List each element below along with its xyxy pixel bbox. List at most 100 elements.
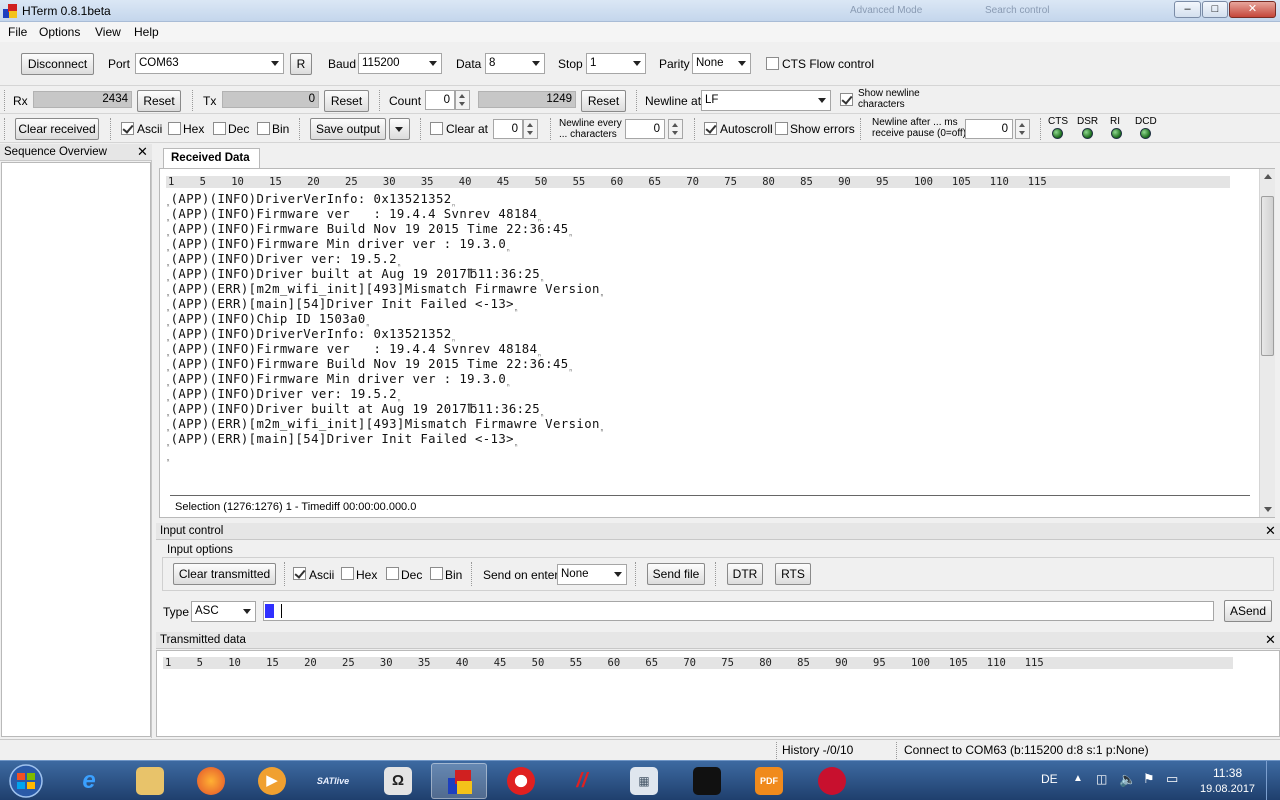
show-newline-checkbox[interactable]	[840, 93, 853, 106]
sequence-overview-list[interactable]	[1, 162, 151, 737]
taskbar-calculator[interactable]: ▦	[616, 763, 672, 799]
menu-file[interactable]: File	[8, 25, 27, 39]
transmitted-data-area[interactable]: 1 5 10 15 20 25 30 35 40 45 50 55 60 65 …	[156, 650, 1280, 737]
save-output-button[interactable]: Save output	[310, 118, 386, 140]
log-line: ₓ(APP)(ERR)[m2m_wifi_init][493]Mismatch …	[166, 417, 604, 433]
rts-button[interactable]: RTS	[775, 563, 811, 585]
taskbar-ie[interactable]: e	[61, 763, 117, 799]
flag-icon[interactable]: ⚑	[1143, 771, 1155, 787]
recv-hex-checkbox[interactable]	[168, 122, 181, 135]
input-ascii-checkbox[interactable]	[293, 567, 306, 580]
selection-divider	[170, 495, 1250, 496]
newline-after-input[interactable]: 0	[965, 119, 1013, 139]
show-desktop-button[interactable]	[1266, 761, 1280, 800]
counters-toolbar: Rx 2434 Reset Tx 0 Reset Count 0 1249 Re…	[0, 87, 1280, 114]
separator	[4, 118, 5, 140]
input-bin-checkbox[interactable]	[430, 567, 443, 580]
parity-value: None	[696, 57, 724, 69]
count-spinner[interactable]	[455, 90, 470, 110]
clear-at-checkbox[interactable]	[430, 122, 443, 135]
text-caret	[281, 604, 282, 618]
vertical-scrollbar[interactable]	[1259, 169, 1275, 517]
taskbar-firefox[interactable]	[183, 763, 239, 799]
separator	[550, 118, 551, 140]
data-bits-select[interactable]: 8	[485, 53, 545, 74]
separator	[776, 742, 777, 759]
port-select[interactable]: COM63	[135, 53, 284, 74]
input-dec-checkbox[interactable]	[386, 567, 399, 580]
scroll-up-icon[interactable]	[1264, 174, 1272, 179]
send-file-button[interactable]: Send file	[647, 563, 705, 585]
autoscroll-checkbox[interactable]	[704, 122, 717, 135]
baud-select[interactable]: 115200	[358, 53, 442, 74]
send-on-enter-select[interactable]: None	[557, 564, 627, 585]
scroll-down-icon[interactable]	[1264, 507, 1272, 512]
start-button[interactable]	[4, 762, 48, 800]
newline-at-select[interactable]: LF	[701, 90, 831, 111]
clock-time[interactable]: 11:38	[1213, 766, 1242, 780]
save-output-dropdown[interactable]	[389, 118, 410, 140]
newline-marker-icon: ₓ	[166, 455, 171, 464]
clear-received-button[interactable]: Clear received	[15, 118, 99, 140]
clock-date[interactable]: 19.08.2017	[1200, 783, 1255, 795]
taskbar-media[interactable]: ▶	[244, 763, 300, 799]
close-icon[interactable]: ✕	[1265, 633, 1276, 646]
recv-ascii-checkbox[interactable]	[121, 122, 134, 135]
taskbar-app-arduino[interactable]: //	[554, 763, 610, 799]
stop-bits-select[interactable]: 1	[586, 53, 646, 74]
tab-received-data[interactable]: Received Data	[163, 148, 260, 168]
count-reset-button[interactable]: Reset	[581, 90, 626, 112]
taskbar-omega[interactable]: Ω	[370, 763, 426, 799]
newline-every-input[interactable]: 0	[625, 119, 665, 139]
menu-view[interactable]: View	[95, 25, 121, 39]
firefox-icon	[197, 767, 225, 795]
count-input[interactable]: 0	[425, 90, 455, 110]
menu-help[interactable]: Help	[134, 25, 159, 39]
type-select[interactable]: ASC	[191, 601, 256, 622]
close-icon[interactable]: ✕	[137, 145, 148, 158]
maximize-button[interactable]: □	[1202, 1, 1228, 18]
newline-marker-icon: ₙ	[599, 425, 605, 434]
newline-every-spinner[interactable]	[668, 119, 683, 139]
clear-at-spinner[interactable]	[523, 119, 538, 139]
taskbar-raspberry[interactable]	[804, 763, 860, 799]
scrollbar-thumb[interactable]	[1261, 196, 1274, 356]
parity-select[interactable]: None	[692, 53, 751, 74]
tx-reset-button[interactable]: Reset	[324, 90, 369, 112]
taskbar-explorer[interactable]	[122, 763, 178, 799]
minimize-button[interactable]: –	[1174, 1, 1201, 18]
received-data-area[interactable]: 1 5 10 15 20 25 30 35 40 45 50 55 60 65 …	[159, 168, 1275, 518]
disconnect-button[interactable]: Disconnect	[21, 53, 94, 75]
port-label: Port	[108, 57, 131, 71]
volume-icon[interactable]: 🔈	[1119, 771, 1136, 788]
log-line: ₓ(APP)(INFO)Firmware Build Nov 19 2015 T…	[166, 357, 573, 373]
taskbar-app-chip[interactable]	[679, 763, 735, 799]
recv-dec-checkbox[interactable]	[213, 122, 226, 135]
language-indicator[interactable]: DE	[1041, 772, 1058, 786]
dtr-button[interactable]: DTR	[727, 563, 763, 585]
taskbar-pdf[interactable]: PDF	[741, 763, 797, 799]
tray-expand-icon[interactable]: ▲	[1073, 773, 1083, 784]
close-icon[interactable]: ✕	[1265, 524, 1276, 537]
taskbar-app-red[interactable]	[493, 763, 549, 799]
recv-bin-checkbox[interactable]	[257, 122, 270, 135]
asend-button[interactable]: ASend	[1224, 600, 1272, 622]
rx-reset-button[interactable]: Reset	[137, 90, 181, 112]
refresh-ports-button[interactable]: R	[290, 53, 312, 75]
show-errors-checkbox[interactable]	[775, 122, 788, 135]
network-icon[interactable]: ▭	[1166, 771, 1178, 787]
taskbar-satlive[interactable]: SATlive	[305, 763, 361, 799]
clear-at-input[interactable]: 0	[493, 119, 523, 139]
close-button[interactable]: ✕	[1229, 1, 1276, 18]
input-hex-checkbox[interactable]	[341, 567, 354, 580]
baud-label: Baud	[328, 57, 357, 71]
taskbar-hterm[interactable]	[431, 763, 487, 799]
cts-flow-control-checkbox[interactable]	[766, 57, 779, 70]
cursor-marker	[265, 604, 274, 618]
send-input[interactable]	[263, 601, 1214, 621]
clear-transmitted-button[interactable]: Clear transmitted	[173, 563, 276, 585]
log-line-text: (APP)(INFO)Firmware Min driver ver : 19.…	[170, 237, 507, 251]
usb-icon[interactable]: ◫	[1096, 772, 1107, 786]
menu-options[interactable]: Options	[39, 25, 80, 39]
newline-after-spinner[interactable]	[1015, 119, 1030, 139]
